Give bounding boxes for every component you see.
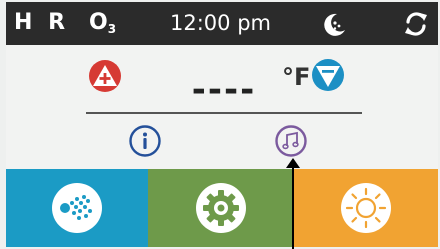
temperature-unit: °F: [282, 63, 311, 91]
status-bar: H R O3 12:00 pm: [6, 2, 438, 45]
jets-icon: [52, 183, 102, 233]
gear-icon: [196, 183, 246, 233]
ozone-subscript: 3: [107, 22, 117, 36]
info-icon[interactable]: [128, 124, 162, 158]
spa-control-screen: H R O3 12:00 pm ---- °F: [6, 2, 438, 247]
refresh-icon[interactable]: [402, 10, 430, 38]
ozone-indicator: O3: [89, 10, 116, 36]
temp-down-button[interactable]: [311, 58, 345, 92]
pointer-arrow-line: [292, 166, 294, 249]
temperature-panel: ---- °F: [6, 45, 438, 169]
clock: 12:00 pm: [170, 11, 271, 35]
divider: [86, 112, 362, 114]
ozone-symbol: O: [89, 10, 108, 35]
function-tiles: [6, 169, 438, 247]
music-note-icon[interactable]: [274, 124, 308, 158]
moon-stars-icon[interactable]: [320, 10, 348, 38]
jets-tile[interactable]: [6, 169, 148, 247]
pointer-arrow-head: [286, 158, 300, 168]
heat-mode-label: H R: [14, 10, 70, 35]
settings-tile[interactable]: [148, 169, 294, 247]
set-temperature-display: ----: [191, 70, 257, 110]
temp-up-button[interactable]: [88, 59, 122, 93]
light-tile[interactable]: [294, 169, 438, 247]
sun-icon: [341, 183, 391, 233]
